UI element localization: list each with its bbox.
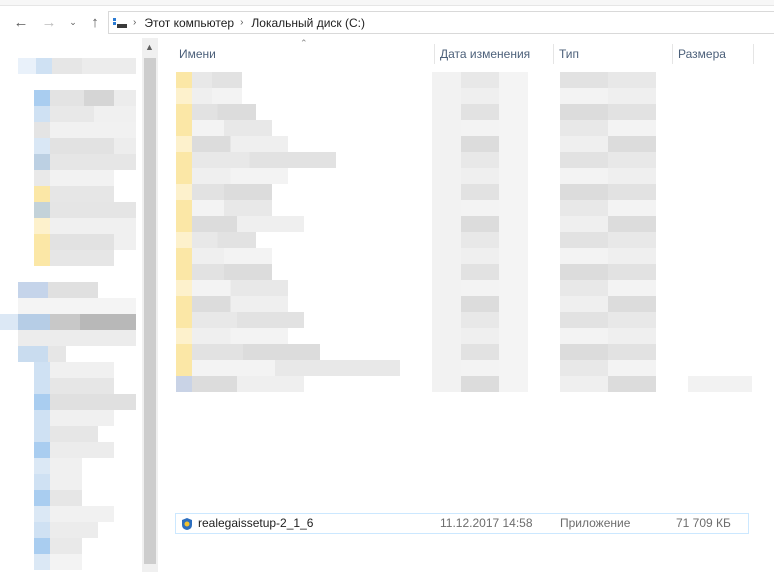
file-list: ⌃ Имени Дата изменения Тип Размера reale… bbox=[158, 38, 774, 572]
nav-item[interactable] bbox=[34, 378, 114, 394]
breadcrumb-separator[interactable]: › bbox=[133, 17, 136, 28]
nav-item[interactable] bbox=[34, 474, 82, 490]
nav-item[interactable] bbox=[34, 218, 136, 234]
nav-item[interactable] bbox=[18, 330, 136, 346]
nav-item[interactable] bbox=[34, 138, 136, 154]
column-header-type[interactable]: Тип bbox=[555, 44, 673, 64]
nav-item[interactable] bbox=[34, 250, 114, 266]
nav-item[interactable] bbox=[34, 458, 82, 474]
folder-row[interactable] bbox=[158, 280, 758, 296]
file-row-selected[interactable]: realegaissetup-2_1_6 11.12.2017 14:58 Пр… bbox=[175, 513, 749, 534]
nav-item[interactable] bbox=[34, 186, 114, 202]
folder-row[interactable] bbox=[158, 168, 758, 184]
scroll-up-arrow-icon[interactable]: ▲ bbox=[145, 42, 154, 52]
up-button[interactable]: ↑ bbox=[86, 13, 104, 31]
nav-item[interactable] bbox=[34, 106, 136, 122]
column-header-size[interactable]: Размера bbox=[674, 44, 754, 64]
folder-row[interactable] bbox=[158, 136, 758, 152]
nav-item[interactable] bbox=[34, 506, 114, 522]
nav-item-selected[interactable] bbox=[0, 314, 136, 330]
column-header-name[interactable]: Имени bbox=[175, 44, 435, 64]
nav-item[interactable] bbox=[34, 538, 82, 554]
folder-row[interactable] bbox=[158, 104, 758, 120]
nav-item[interactable] bbox=[34, 170, 114, 186]
nav-item[interactable] bbox=[34, 522, 98, 538]
breadcrumb-separator[interactable]: › bbox=[240, 17, 243, 28]
folder-row[interactable] bbox=[158, 376, 758, 392]
nav-item[interactable] bbox=[34, 122, 136, 138]
arrow-left-icon: ← bbox=[13, 13, 29, 31]
nav-item[interactable] bbox=[34, 490, 82, 506]
nav-item[interactable] bbox=[34, 154, 136, 170]
breadcrumb-this-pc[interactable]: Этот компьютер bbox=[144, 16, 234, 30]
file-size: 71 709 КБ bbox=[676, 516, 731, 530]
nav-item[interactable] bbox=[34, 394, 136, 410]
installer-app-icon bbox=[180, 517, 194, 531]
folder-row[interactable] bbox=[158, 72, 758, 88]
folder-row[interactable] bbox=[158, 232, 758, 248]
nav-item[interactable] bbox=[34, 90, 136, 106]
folder-row[interactable] bbox=[158, 328, 758, 344]
navigation-pane-scrollbar[interactable]: ▲ bbox=[142, 38, 158, 572]
nav-item[interactable] bbox=[34, 362, 114, 378]
folder-row[interactable] bbox=[158, 88, 758, 104]
nav-item[interactable] bbox=[34, 426, 98, 442]
nav-item[interactable] bbox=[34, 554, 82, 570]
file-type: Приложение bbox=[560, 516, 631, 530]
nav-item[interactable] bbox=[18, 58, 136, 74]
address-bar[interactable]: › Этот компьютер › Локальный диск (C:) bbox=[108, 11, 774, 34]
column-header-date[interactable]: Дата изменения bbox=[436, 44, 554, 64]
chevron-down-icon: ⌄ bbox=[69, 16, 77, 27]
arrow-up-icon: ↑ bbox=[91, 13, 99, 31]
file-date: 11.12.2017 14:58 bbox=[440, 516, 533, 530]
folder-row[interactable] bbox=[158, 296, 758, 312]
folder-row[interactable] bbox=[158, 216, 758, 232]
navigation-toolbar: ← → ⌄ ↑ › Этот компьютер › Локальный дис… bbox=[0, 6, 774, 38]
nav-item[interactable] bbox=[34, 202, 136, 218]
navigation-pane bbox=[0, 38, 158, 572]
folder-row[interactable] bbox=[158, 344, 758, 360]
nav-item[interactable] bbox=[18, 346, 66, 362]
folder-row[interactable] bbox=[158, 120, 758, 136]
forward-button[interactable]: → bbox=[40, 13, 58, 31]
folder-row[interactable] bbox=[158, 184, 758, 200]
nav-item[interactable] bbox=[34, 234, 136, 250]
folder-row[interactable] bbox=[158, 312, 758, 328]
folder-row[interactable] bbox=[158, 264, 758, 280]
recent-locations-button[interactable]: ⌄ bbox=[64, 13, 82, 31]
folder-row[interactable] bbox=[158, 248, 758, 264]
back-button[interactable]: ← bbox=[12, 13, 30, 31]
computer-icon bbox=[113, 17, 127, 29]
nav-item[interactable] bbox=[18, 282, 98, 298]
file-name[interactable]: realegaissetup-2_1_6 bbox=[198, 516, 313, 530]
nav-item[interactable] bbox=[34, 410, 114, 426]
nav-item[interactable] bbox=[34, 442, 114, 458]
breadcrumb-local-disk[interactable]: Локальный диск (C:) bbox=[251, 16, 365, 30]
folder-row[interactable] bbox=[158, 360, 758, 376]
nav-item[interactable] bbox=[18, 298, 136, 314]
folder-row[interactable] bbox=[158, 200, 758, 216]
arrow-right-icon: → bbox=[41, 13, 57, 31]
folder-row[interactable] bbox=[158, 152, 758, 168]
scrollbar-thumb[interactable] bbox=[144, 58, 156, 564]
